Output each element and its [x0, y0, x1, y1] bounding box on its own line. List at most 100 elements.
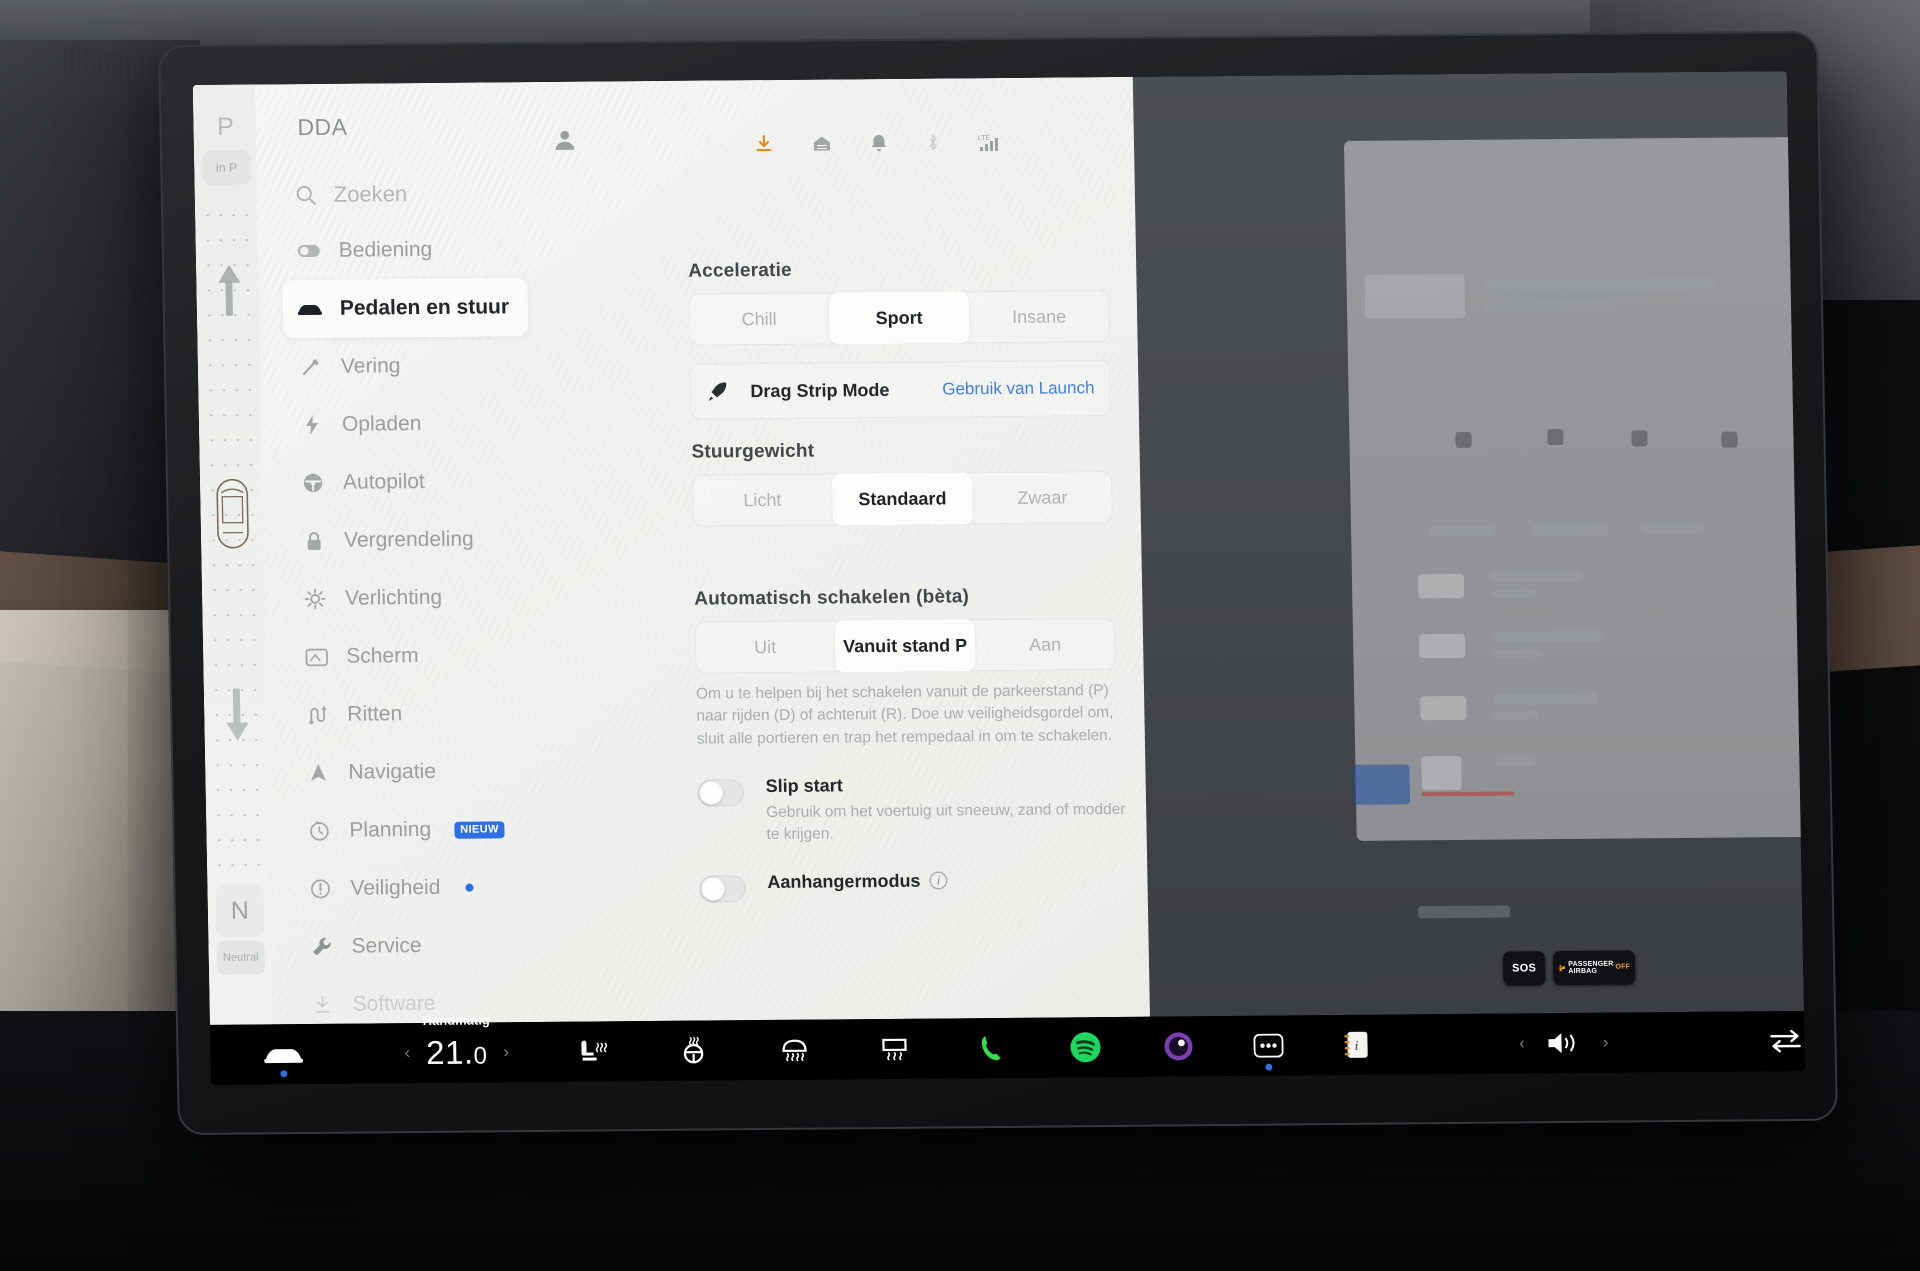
- background-text-line: [1417, 905, 1511, 919]
- bell-icon[interactable]: [870, 133, 888, 153]
- auto-shift-option-aan[interactable]: Aan: [975, 618, 1116, 671]
- alert-icon: [307, 878, 333, 900]
- acceleratie-segmented-control[interactable]: Chill Sport Insane: [688, 290, 1110, 346]
- sidebar-item-bediening[interactable]: Bediening: [281, 220, 512, 280]
- aanhangermodus-row[interactable]: Aanhangermodus i: [699, 869, 1120, 903]
- search-input[interactable]: Zoeken: [334, 181, 408, 208]
- sos-badge[interactable]: SOS: [1502, 951, 1546, 986]
- climate-control[interactable]: Handmatig ‹ 21.0 ›: [404, 1012, 509, 1072]
- background-text-line: [1494, 692, 1599, 705]
- chevron-right-icon[interactable]: ›: [503, 1042, 509, 1062]
- search-icon: [295, 184, 317, 206]
- shift-down-arrow-icon[interactable]: [226, 722, 249, 741]
- sidebar-item-opladen[interactable]: Opladen: [284, 394, 515, 454]
- status-icons: LTE: [754, 121, 1075, 164]
- sidebar-item-label: Service: [351, 934, 422, 958]
- tesla-touchscreen-bezel: SOS PASSENGER AIRBAG OFF P In P N Neutra…: [158, 30, 1838, 1136]
- shift-up-arrow-icon[interactable]: [218, 264, 241, 283]
- seat-heater-icon: [580, 1040, 607, 1061]
- launch-usage-link[interactable]: Gebruik van Launch: [942, 378, 1095, 399]
- stuurgewicht-option-standaard[interactable]: Standaard: [831, 472, 973, 526]
- garage-icon[interactable]: [812, 133, 832, 153]
- car-button[interactable]: [262, 1044, 304, 1078]
- svg-text:LTE: LTE: [978, 135, 991, 142]
- acceleratie-option-sport[interactable]: Sport: [828, 291, 970, 345]
- sidebar-item-verlichting[interactable]: Verlichting: [288, 568, 519, 628]
- stuurgewicht-segmented-control[interactable]: Licht Standaard Zwaar: [691, 471, 1113, 527]
- sidebar-item-label: Vergrendeling: [343, 527, 474, 552]
- sidebar-item-pedalen-en-stuur[interactable]: Pedalen en stuur: [282, 278, 529, 339]
- notes-button[interactable]: i: [1343, 1030, 1370, 1060]
- sidebar-item-scherm[interactable]: Scherm: [289, 626, 520, 686]
- climate-mode-label: Handmatig: [422, 1012, 490, 1029]
- settings-panel: P In P N Neutral DDA LTE Zoeken Bedienin…: [192, 76, 1150, 1025]
- search-row[interactable]: Zoeken: [280, 166, 511, 222]
- sidebar-item-planning[interactable]: Planning NIEUW: [292, 800, 523, 860]
- background-card: [1343, 136, 1806, 841]
- spotify-button[interactable]: [1069, 1031, 1102, 1063]
- stuurgewicht-option-licht[interactable]: Licht: [692, 473, 833, 526]
- front-defrost-icon: [881, 1038, 907, 1061]
- acceleratie-option-insane[interactable]: Insane: [969, 290, 1110, 343]
- camera-button[interactable]: [1163, 1031, 1194, 1061]
- aanhangermodus-label-wrap: Aanhangermodus i: [767, 870, 947, 893]
- phone-button[interactable]: [979, 1034, 1008, 1062]
- active-indicator-dot: [1264, 1063, 1273, 1071]
- seat-heater-button[interactable]: [577, 1038, 607, 1064]
- sidebar-item-autopilot[interactable]: Autopilot: [286, 452, 517, 512]
- background-text-line: [1484, 300, 1616, 312]
- sidebar-item-navigatie[interactable]: Navigatie: [291, 742, 522, 802]
- vehicle-name[interactable]: DDA: [297, 114, 347, 141]
- steering-wheel-heater-button[interactable]: [679, 1036, 708, 1065]
- sidebar-item-veiligheid[interactable]: Veiligheid: [293, 858, 524, 918]
- gear-neutral-button[interactable]: N: [215, 884, 265, 937]
- slip-start-toggle[interactable]: [697, 779, 745, 808]
- sidebar-item-label: Autopilot: [342, 470, 425, 494]
- taskbar: Handmatig ‹ 21.0 › i ‹ ›: [209, 1010, 1806, 1085]
- lte-signal-icon[interactable]: LTE: [978, 131, 1008, 153]
- acceleratie-option-chill[interactable]: Chill: [689, 292, 830, 345]
- sidebar-item-vergrendeling[interactable]: Vergrendeling: [287, 510, 518, 570]
- info-icon[interactable]: i: [929, 872, 947, 890]
- background-tile: [1419, 633, 1466, 659]
- temperature-value[interactable]: 21.0: [426, 1033, 488, 1072]
- nieuw-badge: NIEUW: [454, 820, 505, 839]
- car-icon: [264, 1049, 304, 1064]
- automatisch-schakelen-segmented-control[interactable]: Uit Vanuit stand P Aan: [694, 617, 1116, 674]
- bluetooth-icon[interactable]: [926, 133, 940, 153]
- swap-screen-button[interactable]: [1768, 1028, 1802, 1054]
- gear-park-button[interactable]: P: [201, 100, 250, 153]
- sidebar-item-ritten[interactable]: Ritten: [290, 684, 521, 744]
- background-blue-tile: [1353, 764, 1411, 805]
- tesla-touchscreen[interactable]: SOS PASSENGER AIRBAG OFF P In P N Neutra…: [192, 71, 1806, 1085]
- drag-strip-mode-row[interactable]: Drag Strip Mode Gebruik van Launch: [689, 360, 1111, 420]
- sidebar-item-service[interactable]: Service: [294, 916, 525, 976]
- background-icon: [1547, 429, 1564, 446]
- auto-shift-option-uit[interactable]: Uit: [695, 620, 836, 673]
- background-text-line: [1484, 277, 1715, 292]
- download-icon[interactable]: [754, 134, 774, 154]
- more-button[interactable]: [1253, 1033, 1284, 1071]
- gear-selector-strip[interactable]: P In P N Neutral: [192, 84, 272, 1025]
- volume-control[interactable]: ‹ ›: [1519, 1030, 1609, 1057]
- profile-icon[interactable]: [552, 127, 578, 153]
- chevron-left-icon[interactable]: ‹: [404, 1043, 410, 1063]
- slip-start-row[interactable]: Slip start Gebruik om het voertuig uit s…: [697, 773, 1126, 846]
- sidebar-item-vering[interactable]: Vering: [283, 336, 514, 396]
- stuurgewicht-option-zwaar[interactable]: Zwaar: [972, 471, 1113, 524]
- phone-icon: [981, 1036, 1001, 1061]
- sun-icon: [302, 588, 328, 610]
- chevron-left-icon[interactable]: ‹: [1519, 1033, 1525, 1053]
- suspension-icon: [298, 356, 324, 378]
- automatisch-schakelen-title: Automatisch schakelen (bèta): [694, 586, 970, 610]
- slip-start-description: Gebruik om het voertuig uit sneeuw, zand…: [766, 801, 1126, 844]
- auto-shift-option-vanuit-stand-p[interactable]: Vanuit stand P: [834, 619, 976, 673]
- rear-defrost-button[interactable]: [779, 1037, 809, 1063]
- automatisch-schakelen-description: Om u te helpen bij het schakelen vanuit …: [695, 682, 1114, 748]
- gear-neutral-label: Neutral: [216, 940, 266, 975]
- chevron-right-icon[interactable]: ›: [1603, 1033, 1609, 1053]
- front-defrost-button[interactable]: [879, 1036, 909, 1062]
- aanhangermodus-toggle[interactable]: [699, 874, 746, 903]
- gear-in-park-label: In P: [201, 150, 251, 185]
- volume-icon[interactable]: [1547, 1030, 1581, 1056]
